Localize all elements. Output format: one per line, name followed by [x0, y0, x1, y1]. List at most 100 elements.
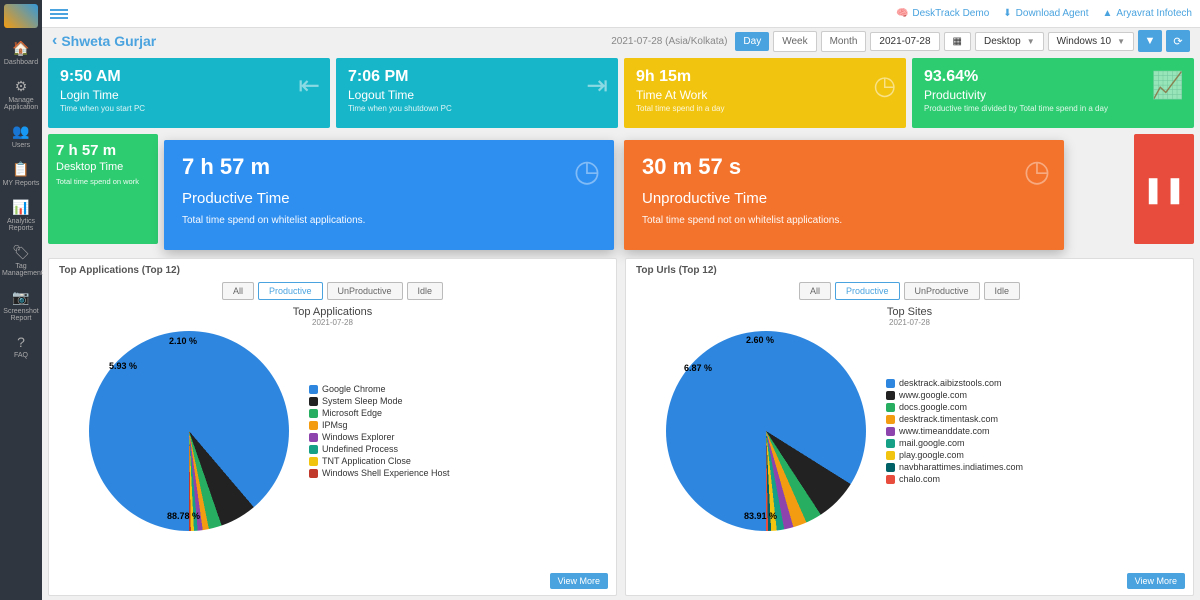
- legend-swatch: [309, 469, 318, 478]
- productive-time-value: 7 h 57 m: [182, 154, 596, 180]
- sidebar-item-analytics-reports[interactable]: 📊Analytics Reports: [0, 193, 42, 238]
- sidebar-item-users[interactable]: 👥Users: [0, 117, 42, 155]
- chart-date: 2021-07-28: [636, 318, 1183, 327]
- filter-idle[interactable]: Idle: [984, 282, 1021, 300]
- filter-all[interactable]: All: [222, 282, 254, 300]
- filter-idle[interactable]: Idle: [407, 282, 444, 300]
- legend-item: Windows Explorer: [309, 432, 450, 442]
- chart-title: Top Sites: [636, 306, 1183, 318]
- legend-item: desktrack.timentask.com: [886, 414, 1023, 424]
- login-icon: ⇤: [298, 70, 320, 101]
- panel-heading: Top Urls (Top 12): [636, 265, 1183, 276]
- legend-item: IPMsg: [309, 420, 450, 430]
- legend-label: play.google.com: [899, 450, 964, 460]
- panel-heading: Top Applications (Top 12): [59, 265, 606, 276]
- top-urls-panel: Top Urls (Top 12) AllProductiveUnProduct…: [625, 258, 1194, 596]
- pie-slice-label: 5.93 %: [109, 361, 137, 371]
- download-agent-link[interactable]: ⬇ Download Agent: [1003, 8, 1088, 19]
- nav-label: MY Reports: [3, 180, 40, 187]
- logout-time-card: 7:06 PM Logout Time Time when you shutdo…: [336, 58, 618, 128]
- date-picker[interactable]: 2021-07-28: [870, 32, 939, 51]
- nav-icon: ⚙: [2, 78, 40, 95]
- chart-date: 2021-07-28: [59, 318, 606, 327]
- legend-item: mail.google.com: [886, 438, 1023, 448]
- sidebar-item-manage-application[interactable]: ⚙ Manage Application: [0, 72, 42, 117]
- nav-label: Manage Application: [4, 97, 38, 111]
- view-month-button[interactable]: Month: [821, 31, 867, 52]
- nav-label: Tag Management: [2, 263, 43, 277]
- filter-group: AllProductiveUnProductiveIdle: [636, 282, 1183, 300]
- time-at-work-card: 9h 15m Time At Work Total time spend in …: [624, 58, 906, 128]
- sidebar-item-tag-management[interactable]: 🏷 Tag Management: [0, 238, 42, 283]
- legend-swatch: [886, 451, 895, 460]
- legend-item: chalo.com: [886, 474, 1023, 484]
- chart-title: Top Applications: [59, 306, 606, 318]
- productive-time-card: 7 h 57 m Productive Time Total time spen…: [164, 140, 614, 250]
- view-day-button[interactable]: Day: [735, 32, 769, 51]
- legend-label: www.google.com: [899, 390, 967, 400]
- pie-slice-label: 6.87 %: [684, 363, 712, 373]
- legend-swatch: [886, 475, 895, 484]
- sidebar-item-screenshot-report[interactable]: 📷Screenshot Report: [0, 283, 42, 328]
- productivity-value: 93.64%: [924, 68, 1182, 86]
- stat-cards-row2: 7 h 57 m Desktop Time Total time spend o…: [48, 134, 1194, 254]
- view-more-button[interactable]: View More: [550, 573, 608, 589]
- filter-productive[interactable]: Productive: [835, 282, 900, 300]
- legend-item: www.timeanddate.com: [886, 426, 1023, 436]
- company-link[interactable]: ▲ Aryavrat Infotech: [1103, 8, 1193, 19]
- crumb-bar: ‹ Shweta Gurjar 2021-07-28 (Asia/Kolkata…: [42, 28, 1200, 54]
- legend-swatch: [309, 433, 318, 442]
- idle-card: ❚❚: [1134, 134, 1194, 244]
- view-more-button[interactable]: View More: [1127, 573, 1185, 589]
- legend-item: Microsoft Edge: [309, 408, 450, 418]
- clock-icon: ◷: [873, 70, 896, 101]
- filter-unproductive[interactable]: UnProductive: [327, 282, 403, 300]
- toolbar: 2021-07-28 (Asia/Kolkata) Day Week Month…: [611, 30, 1190, 52]
- legend-label: navbharattimes.indiatimes.com: [899, 462, 1023, 472]
- nav-icon: 🏠: [2, 40, 40, 57]
- device-select[interactable]: Desktop▼: [975, 32, 1044, 51]
- unproductive-time-card: 30 m 57 s Unproductive Time Total time s…: [624, 140, 1064, 250]
- legend-swatch: [309, 421, 318, 430]
- legend-swatch: [886, 379, 895, 388]
- top-applications-panel: Top Applications (Top 12) AllProductiveU…: [48, 258, 617, 596]
- breadcrumb[interactable]: ‹ Shweta Gurjar: [52, 32, 156, 50]
- legend-item: Undefined Process: [309, 444, 450, 454]
- filter-button[interactable]: ▼: [1138, 30, 1162, 52]
- calendar-button[interactable]: ▦: [944, 32, 971, 51]
- timezone-label: 2021-07-28 (Asia/Kolkata): [611, 36, 727, 47]
- nav-icon: 📋: [2, 161, 40, 178]
- nav-icon: 🏷: [2, 244, 40, 261]
- chevron-down-icon: ▼: [1027, 37, 1035, 46]
- sidebar-item-dashboard[interactable]: 🏠Dashboard: [0, 34, 42, 72]
- filter-unproductive[interactable]: UnProductive: [904, 282, 980, 300]
- legend-swatch: [886, 439, 895, 448]
- legend-label: chalo.com: [899, 474, 940, 484]
- legend-swatch: [309, 409, 318, 418]
- nav-label: Users: [12, 142, 30, 149]
- os-select[interactable]: Windows 10▼: [1048, 32, 1134, 51]
- filter-group: AllProductiveUnProductiveIdle: [59, 282, 606, 300]
- legend-label: Google Chrome: [322, 384, 386, 394]
- productivity-card: 93.64% Productivity Productive time divi…: [912, 58, 1194, 128]
- legend-label: Windows Explorer: [322, 432, 395, 442]
- view-week-button[interactable]: Week: [773, 31, 816, 52]
- nav-icon: 📷: [2, 289, 40, 306]
- pause-icon: ❚❚: [1142, 174, 1186, 205]
- topbar: 🧠 DeskTrack Demo ⬇ Download Agent ▲ Arya…: [42, 0, 1200, 28]
- legend-urls: desktrack.aibizstools.com www.google.com d…: [886, 376, 1023, 486]
- sidebar-item-my-reports[interactable]: 📋 MY Reports: [0, 155, 42, 193]
- legend-label: TNT Application Close: [322, 456, 411, 466]
- back-arrow-icon[interactable]: ‹: [52, 32, 57, 50]
- panels: Top Applications (Top 12) AllProductiveU…: [48, 258, 1194, 596]
- hamburger-icon[interactable]: [50, 7, 68, 21]
- login-time-value: 9:50 AM: [60, 68, 318, 86]
- legend-item: desktrack.aibizstools.com: [886, 378, 1023, 388]
- user-name: Shweta Gurjar: [61, 33, 156, 49]
- sidebar-item-faq[interactable]: ?FAQ: [0, 328, 42, 365]
- filter-all[interactable]: All: [799, 282, 831, 300]
- sidebar: 🏠Dashboard ⚙ Manage Application 👥Users 📋 MY R…: [0, 0, 42, 600]
- filter-productive[interactable]: Productive: [258, 282, 323, 300]
- refresh-button[interactable]: ⟳: [1166, 30, 1190, 52]
- demo-link[interactable]: 🧠 DeskTrack Demo: [896, 8, 989, 19]
